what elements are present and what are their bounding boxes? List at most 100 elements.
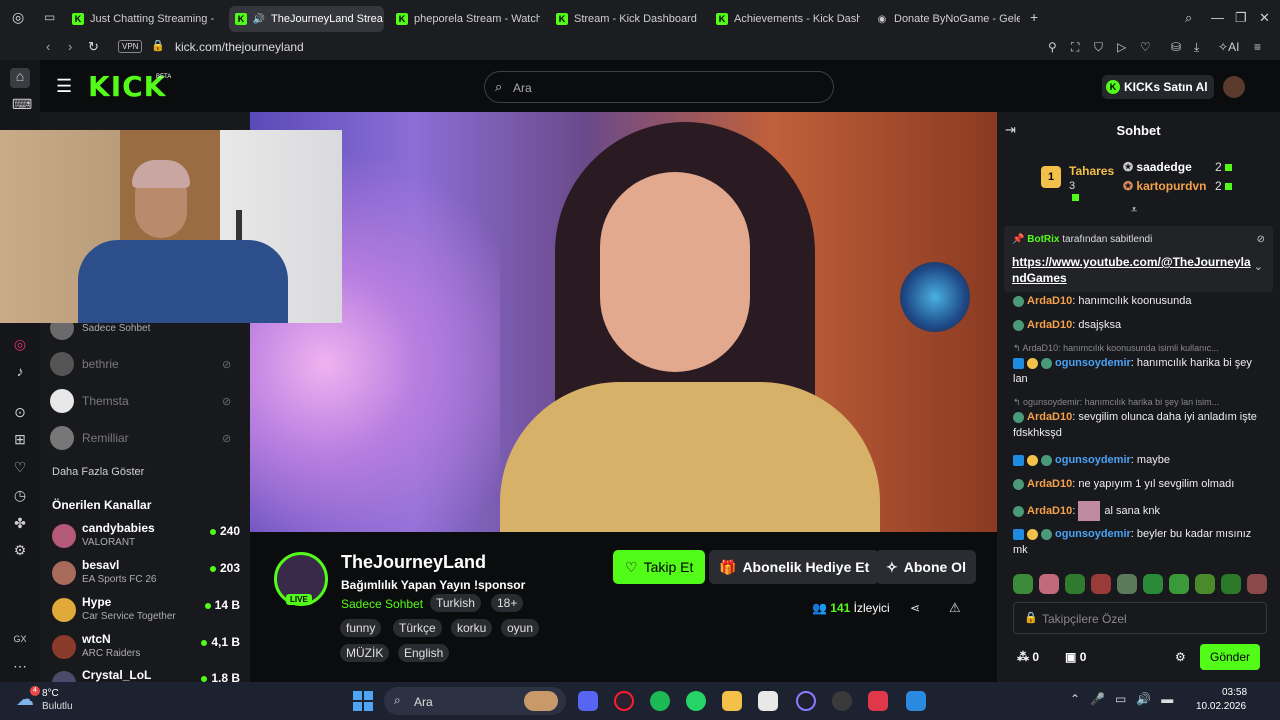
spotify-icon[interactable] — [650, 691, 670, 711]
recommended-channel[interactable]: candybabies VALORANT 240 — [52, 520, 240, 552]
taskbar-search[interactable]: ⌕ Ara — [384, 687, 566, 715]
messages-icon[interactable] — [906, 691, 926, 711]
leaderboard-third[interactable]: ✪ kartopurdvn — [1123, 179, 1206, 193]
tab-bynogame[interactable]: ◉ Donate ByNoGame - Geler — [870, 6, 1020, 32]
follow-button[interactable]: ♡ Takip Et — [613, 550, 706, 584]
shield-icon[interactable]: ⛉ — [1094, 40, 1103, 55]
weather-description[interactable]: Bulutlu — [42, 701, 73, 712]
followed-channel[interactable]: Themsta — [50, 389, 129, 413]
system-tray[interactable]: ⌃ 🎤 ▭ 🔊 ▬ — [1070, 692, 1173, 706]
aria-ai-icon[interactable]: ✧AI — [1218, 40, 1239, 54]
tab-thejourneyland[interactable]: K 🔊 TheJourneyLand Strea — [229, 6, 384, 32]
followed-channel[interactable]: Remilliar — [50, 426, 129, 450]
tab-sidebar-icon[interactable]: ▭ — [44, 10, 55, 24]
share-icon[interactable]: ⋖ — [910, 601, 920, 615]
subscribe-button[interactable]: ✧ Abone Ol — [876, 550, 976, 584]
emote-icon[interactable] — [1039, 574, 1059, 594]
instagram-icon[interactable]: ◎ — [12, 336, 28, 353]
app-icon[interactable] — [868, 691, 888, 711]
stream-tag[interactable]: MÜZİK — [340, 644, 390, 662]
clock-time[interactable]: 03:58 — [1222, 687, 1247, 698]
download-icon[interactable]: ⤓ — [1194, 40, 1199, 55]
emote-icon[interactable] — [1221, 574, 1241, 594]
report-icon[interactable]: ⚠ — [949, 600, 961, 616]
forward-icon[interactable]: › — [68, 39, 72, 54]
settings-icon[interactable]: ⚙ — [12, 542, 28, 559]
hide-pin-icon[interactable]: ⊘ — [1257, 234, 1265, 245]
avatar[interactable] — [1223, 76, 1245, 98]
start-button[interactable] — [353, 691, 373, 711]
reply-reference[interactable]: ↰ ArdaD10: hanımcılık koonusunda isimli … — [1013, 343, 1263, 354]
gx-icon[interactable]: GX — [12, 634, 28, 644]
gift-sub-button[interactable]: 🎁 Abonelik Hediye Et — [709, 550, 880, 584]
pinned-link[interactable]: https://www.youtube.com/@TheJourneylandG… — [1012, 254, 1256, 286]
stream-tag[interactable]: Turkish — [430, 594, 481, 612]
weather-temperature[interactable]: 8°C — [42, 688, 59, 699]
tab-kick-dashboard[interactable]: K Stream - Kick Dashboard — [550, 6, 700, 32]
leaderboard-toggle-icon[interactable]: ⩡ — [1131, 204, 1137, 217]
followed-channel[interactable]: bethrie — [50, 352, 119, 376]
app-icon[interactable] — [796, 691, 816, 711]
file-explorer-icon[interactable] — [722, 691, 742, 711]
recommended-channel[interactable]: Hype Car Service Together 14 B — [52, 594, 240, 626]
tiktok-icon[interactable]: ♪ — [12, 363, 28, 379]
show-more-link[interactable]: Daha Fazla Göster — [52, 466, 144, 478]
stream-tag[interactable]: oyun — [501, 619, 540, 637]
reload-icon[interactable]: ↻ — [88, 39, 99, 55]
reply-reference[interactable]: ↰ ogunsoydemir: hanımcılık harika bi şey… — [1013, 397, 1263, 408]
points-counter[interactable]: ⁂ 0 — [1017, 650, 1039, 664]
maximize-icon[interactable]: ❐ — [1235, 10, 1247, 26]
close-window-icon[interactable]: ✕ — [1259, 10, 1270, 26]
menu-icon[interactable]: ≡ — [1254, 40, 1261, 54]
tab-pheporela[interactable]: Kpheporela Stream - Watch — [390, 6, 540, 32]
stream-tag[interactable]: 18+ — [491, 594, 524, 612]
steam-icon[interactable] — [832, 691, 852, 711]
minimize-icon[interactable]: — — [1211, 10, 1224, 25]
emote-icon[interactable] — [1013, 574, 1033, 594]
search-tabs-icon[interactable]: ⌕ — [1185, 10, 1192, 26]
history-icon[interactable]: ◷ — [12, 487, 28, 504]
browser-logo-icon[interactable]: ◎ — [12, 9, 24, 26]
emote-icon[interactable] — [1117, 574, 1137, 594]
recommended-channel[interactable]: wtcN ARC Raiders 4,1 B — [52, 631, 240, 663]
kick-logo[interactable]: KICK — [88, 70, 166, 103]
tab-achievements[interactable]: K Achievements - Kick Dash — [710, 6, 860, 32]
emote-icon[interactable] — [1169, 574, 1189, 594]
store-icon[interactable] — [758, 691, 778, 711]
video-player[interactable] — [250, 112, 997, 532]
buy-kicks-button[interactable]: K KICKs Satın Al — [1102, 75, 1214, 99]
extensions-icon[interactable]: ✤ — [12, 515, 28, 532]
new-tab-icon[interactable]: + — [1030, 9, 1038, 25]
recommended-channel[interactable]: besavl EA Sports FC 26 203 — [52, 557, 240, 589]
stream-tag[interactable]: korku — [451, 619, 493, 637]
pin-icon[interactable]: ⚲ — [1048, 40, 1057, 54]
leaderboard-second[interactable]: ✪ saadedge — [1123, 160, 1192, 174]
clock-date[interactable]: 10.02.2026 — [1196, 701, 1246, 712]
menu-icon[interactable]: ☰ — [56, 76, 72, 97]
vpn-badge[interactable]: VPN — [118, 40, 143, 53]
recommended-channel[interactable]: Crystal_LoL 1,8 B — [52, 667, 240, 682]
url-field[interactable]: kick.com/thejourneyland — [175, 40, 304, 54]
emote-icon[interactable] — [1065, 574, 1085, 594]
emote-icon[interactable] — [1143, 574, 1163, 594]
heart-icon[interactable]: ♡ — [1140, 40, 1151, 54]
channel-name[interactable]: TheJourneyLand — [341, 552, 486, 573]
emote-icon[interactable] — [1091, 574, 1111, 594]
emote-icon[interactable] — [1247, 574, 1267, 594]
favorites-icon[interactable]: ♡ — [12, 459, 28, 476]
lock-icon[interactable]: 🔒 — [151, 39, 165, 52]
back-icon[interactable]: ‹ — [46, 39, 50, 54]
discord-icon[interactable] — [578, 691, 598, 711]
send-button[interactable]: Gönder — [1200, 644, 1261, 670]
more-icon[interactable]: ⋯ — [12, 658, 28, 675]
whatsapp-icon[interactable] — [686, 691, 706, 711]
speaker-icon[interactable]: 🔊 — [253, 13, 265, 25]
chat-input[interactable]: 🔒 Takipçilere Özel — [1013, 602, 1267, 634]
search-input[interactable]: ⌕ Ara — [484, 71, 834, 103]
stream-tag[interactable]: Türkçe — [393, 619, 442, 637]
gamepad-icon[interactable]: ⌨ — [12, 96, 32, 113]
home-icon[interactable]: ⌂ — [10, 68, 30, 88]
stream-tag[interactable]: English — [398, 644, 450, 662]
wallet-icon[interactable]: ⛁ — [1171, 40, 1181, 54]
emote-icon[interactable] — [1195, 574, 1215, 594]
